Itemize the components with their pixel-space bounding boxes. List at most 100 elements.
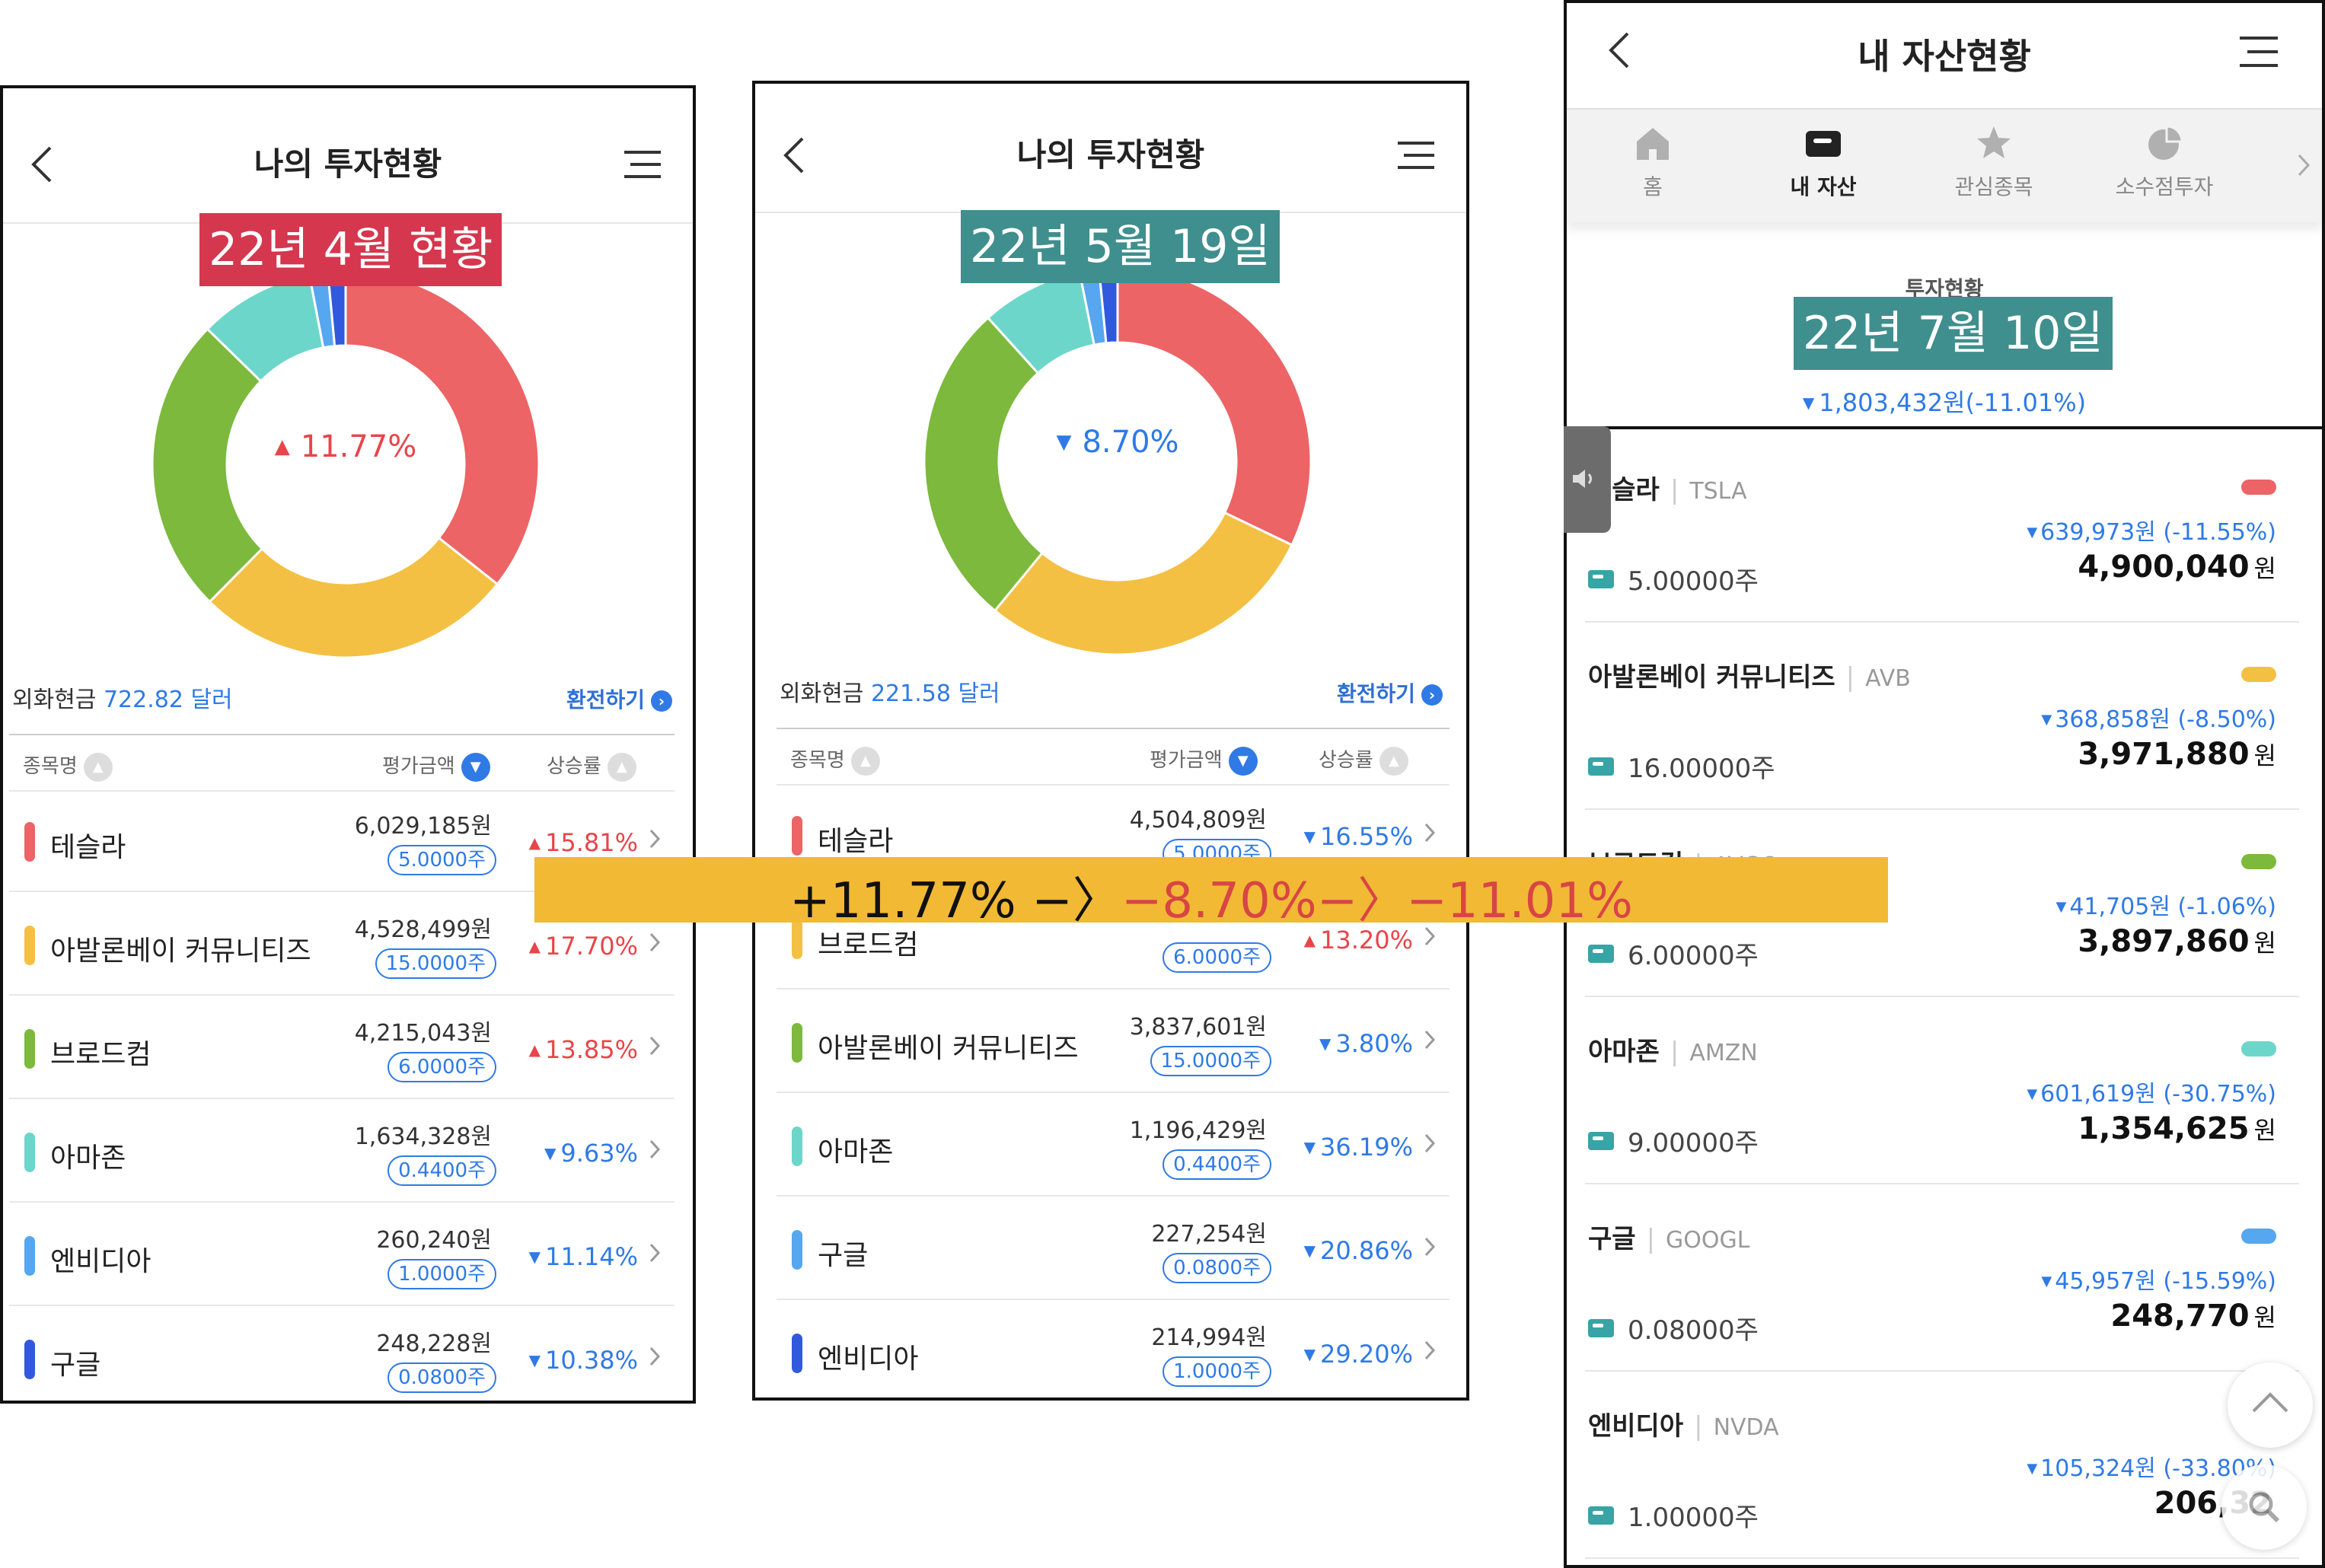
asset-shares: 6.00000주 [1588,935,1759,972]
down-triangle-icon: ▼ [1303,1138,1316,1156]
color-bar [24,1133,35,1172]
stock-name: 테슬라 [818,826,894,857]
tab-fractional[interactable]: 소수점투자 [2100,123,2229,201]
allocation-donut-chart [923,266,1312,656]
stock-row[interactable]: 구글 248,228원 0.0800주 ▼ 10.38% [9,1308,675,1401]
chevron-right-icon [1424,1237,1436,1257]
asset-change: ▼ 45,957원 (-15.59%) [2041,1268,2276,1295]
sort-up-icon: ▲ [850,746,880,776]
change-summary-banner: +11.77% −〉−8.70%−〉−11.01% [534,857,1888,929]
asset-name: 아발론베이 커뮤니티즈 | AVB [1588,662,1911,693]
down-triangle-icon: ▼ [2041,1273,2052,1289]
color-pill [2241,1041,2276,1056]
wallet-icon [1588,757,1614,776]
ticker: GOOGL [1666,1227,1750,1254]
ticker: AVB [1865,665,1911,692]
color-bar [24,822,35,862]
sort-up-icon: ▲ [83,752,113,782]
chevron-right-icon [1424,1030,1436,1050]
column-rate[interactable]: 상승률 ▲ [1319,744,1408,776]
color-pill [2241,667,2276,682]
stock-row[interactable]: 구글 227,254원 0.0800주 ▼ 20.86% [777,1198,1450,1300]
sort-down-icon: ▼ [1228,746,1258,776]
stock-quantity: 0.4400주 [388,1155,496,1186]
stock-value: 6,029,185원 [354,813,492,840]
scroll-top-button[interactable] [2228,1362,2313,1448]
stock-rate: ▼ 16.55% [1303,822,1413,851]
panel-april: 나의 투자현황 22년 4월 현황 ▲ 11.77% 외화현금 722.82 달러… [0,85,696,1404]
chevron-right-icon[interactable] [2296,152,2311,178]
color-bar [24,1236,35,1276]
down-triangle-icon: ▼ [544,1144,557,1162]
stock-quantity: 1.0000주 [1162,1356,1271,1387]
stock-row[interactable]: 아발론베이 커뮤니티즈 3,837,601원 15.0000주 ▼ 3.80% [777,991,1450,1093]
stock-quantity: 5.0000주 [388,845,496,875]
asset-row[interactable]: 테슬라 | TSLA ▼ 639,973원 (-11.55%) 4,900,040 원 5.0… [1585,434,2299,623]
color-bar [792,816,802,856]
column-value[interactable]: 평가금액 ▼ [382,751,490,782]
column-rate[interactable]: 상승률 ▲ [547,751,636,782]
stock-row[interactable]: 아마존 1,634,328원 0.4400주 ▼ 9.63% [9,1101,675,1203]
search-button[interactable] [2221,1464,2307,1550]
down-triangle-icon: ▼ [2027,1086,2038,1102]
menu-icon[interactable] [1396,140,1436,171]
menu-icon[interactable] [2238,35,2279,69]
stock-row[interactable]: 엔비디아 260,240원 1.0000주 ▼ 11.14% [9,1204,675,1306]
up-triangle-icon: ▲ [1303,931,1316,949]
stock-quantity: 15.0000주 [1150,1046,1271,1076]
color-bar [792,1230,802,1270]
sound-toggle[interactable] [1564,426,1611,533]
chevron-right-icon: › [651,690,673,712]
sort-down-icon: ▼ [461,752,490,782]
asset-change: ▼ 601,619원 (-30.75%) [2027,1081,2276,1107]
asset-name: 테슬라 | TSLA [1588,475,1747,505]
down-triangle-icon: ▼ [1056,431,1072,454]
stock-quantity: 0.4400주 [1162,1149,1271,1180]
stock-row[interactable]: 엔비디아 214,994원 1.0000주 ▼ 29.20% [777,1302,1450,1397]
chevron-right-icon: › [1421,684,1443,706]
asset-row[interactable]: 엔비디아 | NVDA ▼ 105,324원 (-33.80%) 206,32 1.0000… [1585,1370,2299,1559]
tab-my-assets[interactable]: 내 자산 [1759,123,1888,201]
exchange-button[interactable]: 환전하기 › [566,684,673,714]
banner-april-change: +11.77% −〉 [789,873,1121,929]
foreign-cash: 외화현금 722.82 달러 [12,687,233,713]
ticker: NVDA [1713,1414,1779,1441]
up-triangle-icon: ▲ [528,1041,541,1059]
stock-quantity: 6.0000주 [1162,942,1271,973]
column-name[interactable]: 종목명 ▲ [790,744,880,776]
color-bar [792,1023,802,1063]
stock-row[interactable]: 아마존 1,196,429원 0.4400주 ▼ 36.19% [777,1095,1450,1197]
column-name[interactable]: 종목명 ▲ [23,751,113,782]
down-triangle-icon: ▼ [1303,827,1316,846]
tab-bar: 홈 내 자산 관심종목 소수점투자 [1567,108,2322,222]
stock-rate: ▼ 11.14% [528,1242,638,1271]
stock-rate: ▼ 3.80% [1319,1029,1413,1058]
stock-value: 1,196,429원 [1129,1117,1267,1144]
stock-value: 227,254원 [1151,1221,1267,1248]
asset-amount: 1,354,625 원 [2078,1111,2276,1146]
stock-quantity: 6.0000주 [388,1052,496,1082]
asset-row[interactable]: 아발론베이 커뮤니티즈 | AVB ▼ 368,858원 (-8.50%) 3,971,8… [1585,621,2299,810]
stock-rate: ▼ 29.20% [1303,1340,1413,1369]
asset-row[interactable]: 아마존 | AMZN ▼ 601,619원 (-30.75%) 1,354,625 원 9.0… [1585,996,2299,1184]
exchange-button[interactable]: 환전하기 › [1337,677,1443,708]
donut-slice-0 [344,269,541,586]
chevron-right-icon [649,1036,661,1056]
tab-watchlist[interactable]: 관심종목 [1929,123,2059,201]
total-return-rate: ▼ 8.70% [1056,425,1179,460]
down-triangle-icon: ▼ [1303,1345,1316,1363]
total-return-rate: ▲ 11.77% [274,429,417,464]
stock-quantity: 0.0800주 [1162,1253,1271,1283]
stock-rate: ▲ 15.81% [528,828,638,857]
stock-name: 아발론베이 커뮤니티즈 [818,1033,1079,1064]
menu-icon[interactable] [623,149,662,180]
panel-may: 나의 투자현황 22년 5월 19일 ▼ 8.70% 외화현금 221.58 달러… [752,81,1469,1401]
stock-rate: ▼ 9.63% [544,1139,638,1168]
stock-value: 3,837,601원 [1129,1014,1267,1041]
asset-row[interactable]: 구글 | GOOGL ▼ 45,957원 (-15.59%) 248,770 원 0.0800… [1585,1183,2299,1372]
table-header: 종목명 ▲ 평가금액 ▼ 상승률 ▲ [777,728,1450,786]
asset-amount: 248,770 원 [2110,1299,2276,1334]
stock-row[interactable]: 브로드컴 4,215,043원 6.0000주 ▲ 13.85% [9,997,675,1099]
tab-home[interactable]: 홈 [1588,123,1717,201]
column-value[interactable]: 평가금액 ▼ [1150,744,1258,776]
